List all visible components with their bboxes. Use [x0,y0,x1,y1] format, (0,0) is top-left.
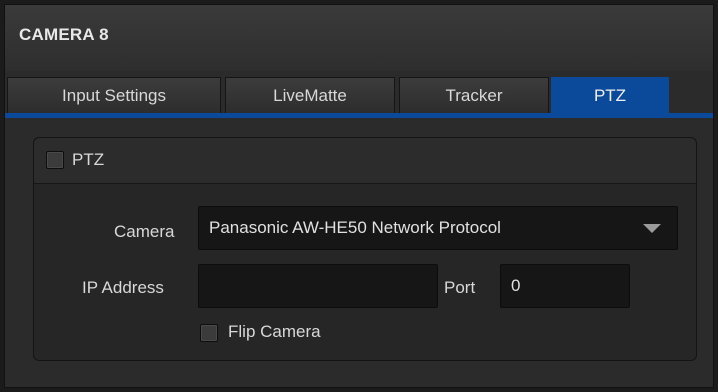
ip-address-input[interactable] [198,264,438,308]
camera-dropdown[interactable]: Panasonic AW-HE50 Network Protocol [198,206,678,250]
tab-input-settings[interactable]: Input Settings [7,77,221,113]
ptz-panel: PTZ Camera Panasonic AW-HE50 Network Pro… [33,137,697,361]
chevron-down-icon [643,224,661,233]
camera-label: Camera [114,222,175,241]
ip-address-label: IP Address [82,278,164,297]
tab-underline [5,113,713,118]
ptz-panel-header: PTZ [34,138,696,184]
tab-ptz[interactable]: PTZ [551,77,669,113]
window-title: CAMERA 8 [19,25,109,44]
port-label: Port [444,278,476,297]
tab-bar: Input Settings LiveMatte Tracker PTZ [7,77,713,113]
flip-camera-label: Flip Camera [228,322,321,341]
camera-dropdown-value: Panasonic AW-HE50 Network Protocol [209,218,501,237]
port-input[interactable] [500,264,630,308]
title-bar: CAMERA 8 [5,5,713,71]
tab-livematte[interactable]: LiveMatte [225,77,395,113]
camera-settings-window: CAMERA 8 Input Settings LiveMatte Tracke… [4,4,714,388]
tab-tracker[interactable]: Tracker [399,77,549,113]
ptz-enable-checkbox[interactable] [46,151,64,169]
flip-camera-checkbox[interactable] [200,324,218,342]
ptz-enable-label: PTZ [72,150,105,169]
